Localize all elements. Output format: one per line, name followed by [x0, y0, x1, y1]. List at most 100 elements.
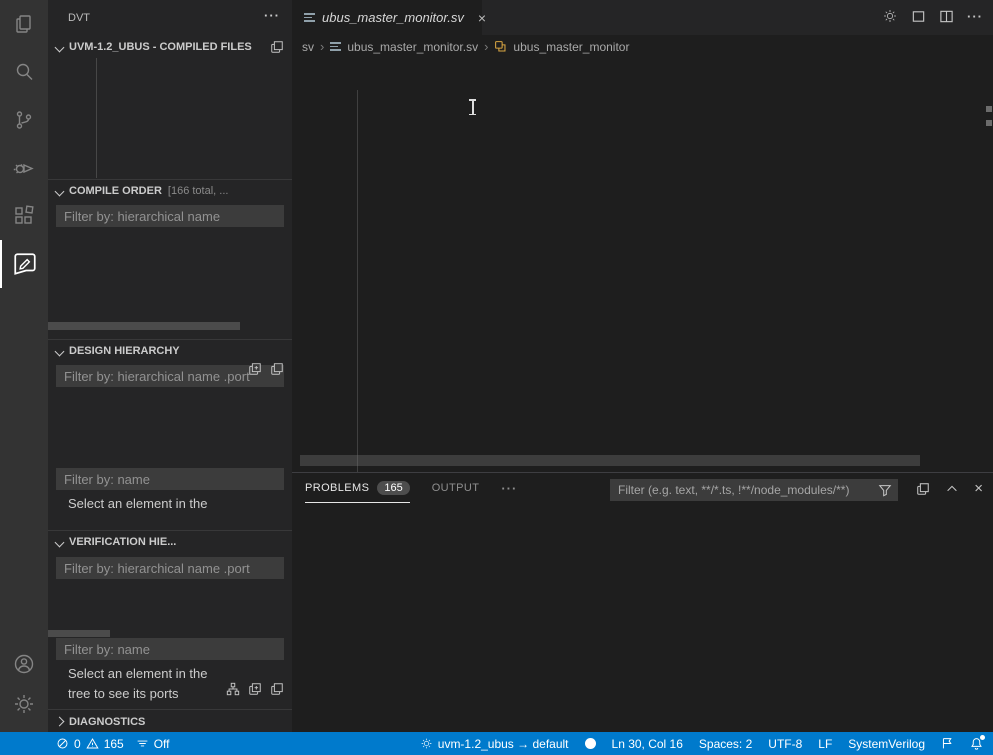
- lint-status[interactable]: Off: [136, 737, 170, 751]
- language-mode[interactable]: SystemVerilog: [848, 737, 925, 751]
- expand-all-icon[interactable]: [248, 682, 262, 696]
- chevron-down-icon: [55, 186, 65, 196]
- build-config-label: uvm-1.2_ubus → default: [438, 737, 569, 751]
- chevron-separator-icon: ›: [320, 39, 324, 54]
- horizontal-scrollbar[interactable]: [48, 630, 110, 637]
- indent-guide: [96, 57, 97, 178]
- verification-filter-input[interactable]: Filter by: hierarchical name .port: [56, 557, 284, 579]
- code-editor[interactable]: [292, 58, 993, 472]
- bottom-panel: PROBLEMS 165 OUTPUT ··· Filter (e.g. tex…: [292, 472, 993, 732]
- tab-problems[interactable]: PROBLEMS 165: [305, 473, 410, 503]
- tab-output[interactable]: OUTPUT: [432, 474, 480, 503]
- sidebar-more-icon[interactable]: ···: [264, 8, 280, 23]
- source-control-icon[interactable]: [0, 96, 48, 144]
- activity-indicator: [585, 738, 596, 749]
- problems-count-badge: 165: [377, 481, 409, 495]
- search-icon[interactable]: [0, 48, 48, 96]
- problems-filter-input[interactable]: Filter (e.g. text, **/*.ts, !**/node_mod…: [610, 479, 898, 501]
- run-debug-icon[interactable]: [0, 144, 48, 192]
- cursor-position[interactable]: Ln 30, Col 16: [612, 737, 683, 751]
- section-label: UVM-1.2_UBUS - COMPILED FILES: [69, 41, 252, 53]
- warning-triangle-icon: [86, 737, 99, 750]
- collapse-all-icon[interactable]: [270, 682, 284, 696]
- collapse-all-icon[interactable]: [270, 362, 284, 376]
- filter-funnel-icon: [878, 483, 892, 497]
- gear-icon: [420, 737, 433, 750]
- breadcrumb: sv › ubus_master_monitor.sv › ubus_maste…: [292, 35, 993, 58]
- chevron-separator-icon: ›: [484, 39, 488, 54]
- notification-dot: [980, 735, 985, 740]
- lint-label: Off: [154, 737, 170, 751]
- warning-count: 165: [104, 737, 124, 751]
- more-actions-icon[interactable]: ···: [967, 9, 983, 24]
- verification-ports-filter-input[interactable]: Filter by: name: [56, 638, 284, 660]
- problems-list: [292, 504, 993, 732]
- sidebar: DVT ··· UVM-1.2_UBUS - COMPILED FILES CO…: [48, 0, 292, 732]
- more-tabs-icon[interactable]: ···: [501, 474, 517, 503]
- layout-icon[interactable]: [911, 9, 926, 24]
- settings-gear-icon[interactable]: [0, 680, 48, 728]
- problems-summary[interactable]: 0 165: [56, 737, 124, 751]
- ports-hint-text-2: tree to see its ports: [68, 686, 179, 702]
- explorer-icon[interactable]: [0, 0, 48, 48]
- indentation[interactable]: Spaces: 2: [699, 737, 752, 751]
- ports-hint-text: Select an element in the: [68, 496, 207, 511]
- class-icon: [494, 40, 507, 53]
- indent-guide: [357, 90, 358, 472]
- sidebar-title: DVT: [48, 0, 292, 35]
- breadcrumb-symbol[interactable]: ubus_master_monitor: [513, 40, 629, 54]
- chevron-down-icon: [55, 42, 65, 52]
- chevron-right-icon: [55, 717, 65, 727]
- build-config[interactable]: uvm-1.2_ubus → default: [420, 737, 569, 751]
- tab-label: OUTPUT: [432, 482, 480, 494]
- expand-all-icon[interactable]: [248, 362, 262, 376]
- overview-ruler-mark: [986, 106, 992, 112]
- section-label: DIAGNOSTICS: [69, 716, 145, 728]
- open-in-editor-icon[interactable]: [916, 482, 930, 496]
- horizontal-scrollbar[interactable]: [48, 322, 240, 330]
- section-label: DESIGN HIERARCHY: [69, 345, 180, 357]
- hierarchy-icon[interactable]: [226, 682, 240, 696]
- close-icon[interactable]: ×: [478, 10, 486, 26]
- section-verification-hierarchy[interactable]: VERIFICATION HIE...: [48, 530, 292, 553]
- section-label: COMPILE ORDER: [69, 185, 162, 197]
- feedback-icon[interactable]: [941, 737, 954, 750]
- file-icon: [304, 13, 315, 21]
- breadcrumb-folder[interactable]: sv: [302, 40, 314, 54]
- text-cursor-pointer: [468, 99, 477, 115]
- extensions-icon[interactable]: [0, 192, 48, 240]
- collapse-all-icon[interactable]: [270, 40, 284, 54]
- error-circle-icon: [56, 737, 69, 750]
- section-label: VERIFICATION HIE...: [69, 536, 176, 548]
- section-compile-order[interactable]: COMPILE ORDER [166 total, ...: [48, 179, 292, 202]
- editor-area: ubus_master_monitor.sv × ··· sv › ubus_m…: [292, 0, 993, 732]
- section-diagnostics[interactable]: DIAGNOSTICS: [48, 709, 292, 732]
- tab-label: ubus_master_monitor.sv: [322, 10, 464, 25]
- maximize-panel-icon[interactable]: [945, 482, 959, 496]
- status-bar: 0 165 Off uvm-1.2_ubus → default Ln 30, …: [0, 732, 993, 755]
- chevron-down-icon: [55, 346, 65, 356]
- section-compiled-files[interactable]: UVM-1.2_UBUS - COMPILED FILES: [48, 36, 292, 58]
- tab-ubus-master-monitor[interactable]: ubus_master_monitor.sv ×: [292, 0, 482, 35]
- section-meta: [166 total, ...: [168, 185, 229, 197]
- activity-bar: [0, 0, 48, 732]
- lint-icon: [136, 737, 149, 750]
- compile-order-filter-input[interactable]: Filter by: hierarchical name: [56, 205, 284, 227]
- split-editor-icon[interactable]: [939, 9, 954, 24]
- section-design-hierarchy[interactable]: DESIGN HIERARCHY: [48, 339, 292, 362]
- gear-icon[interactable]: [882, 8, 898, 24]
- tab-bar: ubus_master_monitor.sv × ···: [292, 0, 993, 35]
- encoding[interactable]: UTF-8: [768, 737, 802, 751]
- file-icon: [330, 42, 341, 50]
- design-ports-filter-input[interactable]: Filter by: name: [56, 468, 284, 490]
- breadcrumb-file[interactable]: ubus_master_monitor.sv: [347, 40, 478, 54]
- close-panel-icon[interactable]: ×: [974, 480, 983, 497]
- dvt-icon[interactable]: [0, 240, 48, 288]
- editor-horizontal-scrollbar[interactable]: [300, 455, 920, 466]
- eol[interactable]: LF: [818, 737, 832, 751]
- error-count: 0: [74, 737, 81, 751]
- overview-ruler-mark: [986, 120, 992, 126]
- chevron-down-icon: [55, 537, 65, 547]
- notifications-bell-icon[interactable]: [970, 737, 983, 750]
- filter-placeholder: Filter (e.g. text, **/*.ts, !**/node_mod…: [618, 483, 878, 497]
